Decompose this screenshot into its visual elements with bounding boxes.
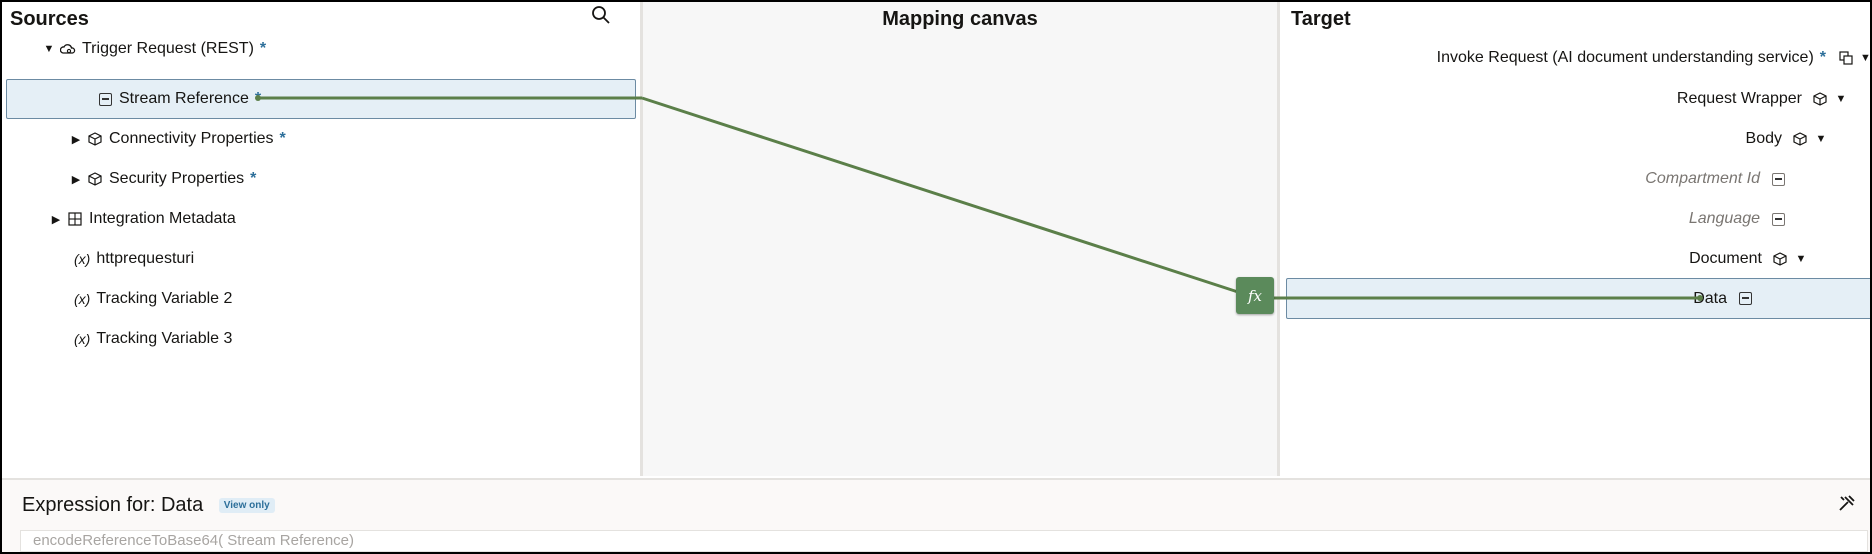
expression-label: Expression for: xyxy=(22,494,156,516)
mapping-lines xyxy=(255,95,1703,301)
function-node[interactable]: fx xyxy=(1236,277,1274,314)
mapper-window: Sources ▼ Trigger Request (REST) * Strea… xyxy=(0,0,1872,554)
mapping-line-diagonal xyxy=(641,96,1239,294)
mapping-line-start-dot xyxy=(255,95,261,101)
mapping-line-end-dot xyxy=(1697,295,1703,301)
view-only-badge: View only xyxy=(218,498,275,514)
expression-target: Data xyxy=(160,494,204,516)
expression-input[interactable]: encodeReferenceToBase64( Stream Referenc… xyxy=(20,530,1868,552)
expression-panel: Expression for: Data View only encodeRef… xyxy=(2,478,1870,552)
expression-title: Expression for: Data View only xyxy=(22,494,275,517)
tools-icon[interactable] xyxy=(1838,494,1856,517)
